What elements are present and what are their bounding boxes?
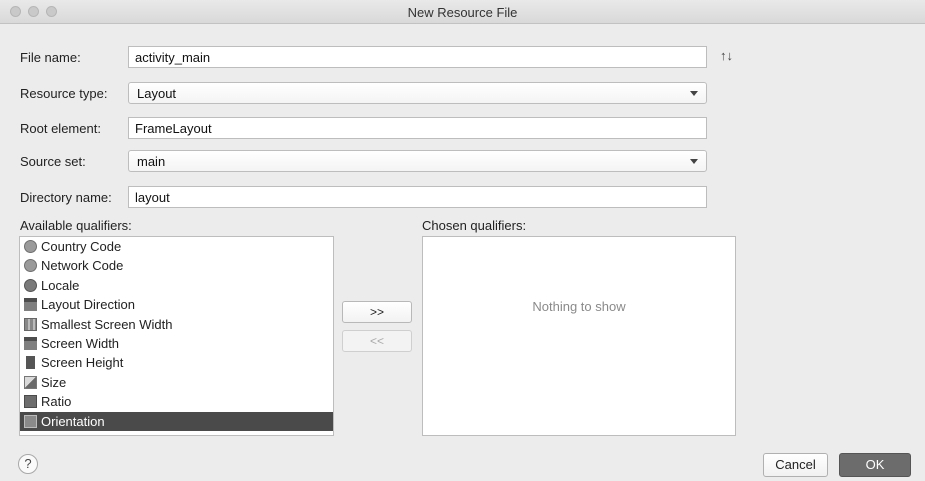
screen-height-icon <box>26 356 35 370</box>
qualifier-label: Screen Width <box>41 335 120 351</box>
network-code-icon <box>24 259 37 273</box>
resource-type-label: Resource type: <box>20 86 108 101</box>
available-qualifiers-list[interactable]: Country Code Network Code Locale Layout … <box>19 236 334 436</box>
ok-button[interactable]: OK <box>839 453 911 477</box>
available-qualifiers-label: Available qualifiers: <box>20 218 132 233</box>
qualifier-item-smallest-screen-width[interactable]: Smallest Screen Width <box>20 315 333 334</box>
help-button[interactable]: ? <box>18 454 38 474</box>
resource-type-value: Layout <box>137 86 177 101</box>
qualifier-item-layout-direction[interactable]: Layout Direction <box>20 295 333 314</box>
locale-globe-icon <box>24 278 37 292</box>
root-element-input[interactable]: FrameLayout <box>128 117 707 139</box>
qualifier-label: Orientation <box>41 413 105 429</box>
source-set-value: main <box>137 154 166 169</box>
window-title: New Resource File <box>407 5 518 20</box>
qualifier-item-network-code[interactable]: Network Code <box>20 256 333 275</box>
title-bar[interactable]: New Resource File <box>0 0 925 24</box>
file-name-input[interactable]: activity_main <box>128 46 707 68</box>
chevron-down-icon <box>690 159 698 164</box>
qualifier-item-orientation[interactable]: Orientation <box>20 411 333 431</box>
directory-name-input[interactable]: layout <box>128 186 707 208</box>
cancel-button[interactable]: Cancel <box>763 453 828 477</box>
qualifier-item-country-code[interactable]: Country Code <box>20 237 333 256</box>
screen-width-icon <box>24 336 37 350</box>
qualifier-label: Screen Height <box>41 355 124 371</box>
add-qualifier-button[interactable]: >> <box>342 301 412 323</box>
qualifier-item-size[interactable]: Size <box>20 373 333 392</box>
resource-type-select[interactable]: Layout <box>128 82 707 104</box>
qualifier-label: Country Code <box>41 239 122 254</box>
layout-direction-icon <box>24 298 37 312</box>
sort-order-icon[interactable]: ↑↓ <box>720 48 733 63</box>
root-element-label: Root element: <box>20 121 101 136</box>
remove-qualifier-button[interactable]: << <box>342 330 412 352</box>
qualifier-label: Smallest Screen Width <box>41 316 173 332</box>
qualifier-label: Network Code <box>41 258 124 274</box>
ratio-icon <box>24 395 37 409</box>
country-code-icon <box>24 240 37 253</box>
file-name-label: File name: <box>20 50 81 65</box>
qualifier-label: Locale <box>41 277 80 293</box>
qualifier-item-locale[interactable]: Locale <box>20 276 333 295</box>
source-set-label: Source set: <box>20 154 86 169</box>
qualifier-item-screen-width[interactable]: Screen Width <box>20 334 333 353</box>
chosen-qualifiers-label: Chosen qualifiers: <box>422 218 527 233</box>
new-resource-file-dialog: New Resource File File name: activity_ma… <box>0 0 925 481</box>
chosen-qualifiers-list[interactable]: Nothing to show <box>422 236 736 436</box>
directory-name-label: Directory name: <box>20 190 112 205</box>
qualifier-item-ratio[interactable]: Ratio <box>20 392 333 411</box>
qualifier-label: Layout Direction <box>41 297 135 313</box>
chevron-down-icon <box>690 91 698 96</box>
qualifier-label: Ratio <box>41 394 72 410</box>
qualifier-label: Size <box>41 374 67 390</box>
qualifier-item-screen-height[interactable]: Screen Height <box>20 353 333 372</box>
orientation-icon <box>24 414 37 428</box>
source-set-select[interactable]: main <box>128 150 707 172</box>
size-icon <box>24 375 37 389</box>
smallest-screen-width-icon <box>24 317 37 331</box>
empty-state-text: Nothing to show <box>532 299 626 314</box>
